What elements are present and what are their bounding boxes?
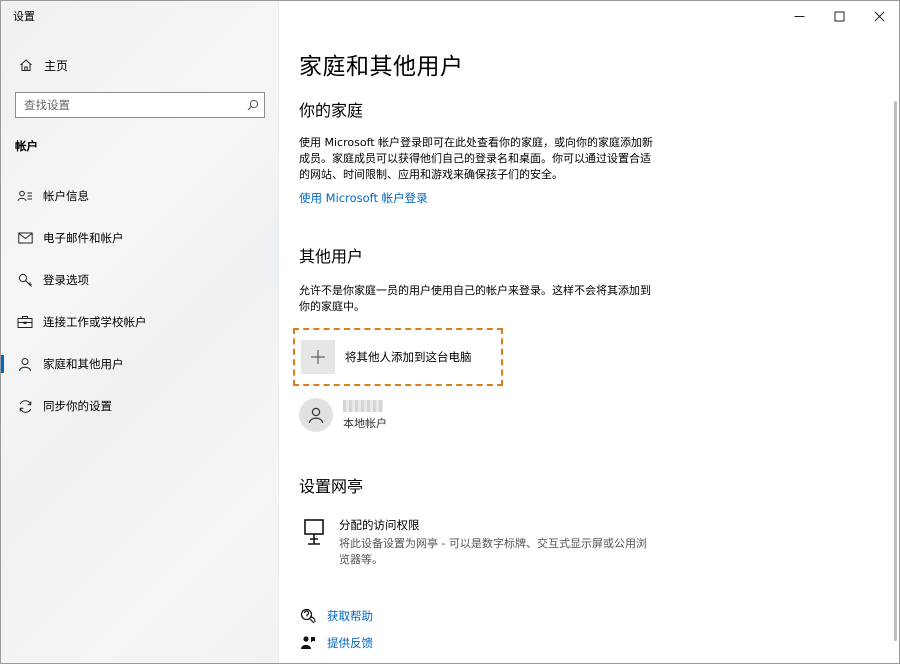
assigned-access-title: 分配的访问权限 <box>339 518 420 532</box>
section-heading: 帐户 <box>15 139 38 153</box>
sidebar-item-sync[interactable]: 同步你的设置 <box>1 385 279 427</box>
other-users-heading: 其他用户 <box>299 247 364 266</box>
other-users-description: 允许不是你家庭一员的用户使用自己的帐户来登录。这样不会将其添加到 你的家庭中。 <box>299 283 699 315</box>
sidebar-item-label: 同步你的设置 <box>43 399 112 413</box>
family-description: 使用 Microsoft 帐户登录即可在此处查看你的家庭，或向你的家庭添加新 成… <box>299 135 699 183</box>
get-help-link[interactable]: 获取帮助 <box>299 607 373 625</box>
sync-icon <box>16 397 34 415</box>
other-users-description-line: 允许不是你家庭一员的用户使用自己的帐户来登录。这样不会将其添加到 <box>299 284 651 297</box>
home-label: 主页 <box>44 58 69 73</box>
app-title: 设置 <box>13 10 35 23</box>
add-other-user-button[interactable]: 将其他人添加到这台电脑 <box>293 328 503 386</box>
page-title: 家庭和其他用户 <box>299 54 464 80</box>
avatar <box>299 398 333 432</box>
feedback-icon <box>299 634 317 652</box>
sidebar-item-email[interactable]: 电子邮件和帐户 <box>1 217 279 259</box>
blurred-user-name <box>343 399 383 412</box>
family-description-line: 使用 Microsoft 帐户登录即可在此处查看你的家庭，或向你的家庭添加新 <box>299 136 654 149</box>
search-box[interactable] <box>15 92 265 118</box>
kiosk-icon <box>299 517 329 551</box>
sidebar-nav: 帐户信息 电子邮件和帐户 登录选项 连接工作或学校帐户 家庭和其他用户 同步你的… <box>1 175 279 427</box>
sidebar: 设置 主页 帐户 帐户信息 <box>1 1 279 663</box>
help-chat-icon <box>299 607 317 625</box>
plus-icon <box>301 340 335 374</box>
microsoft-signin-link[interactable]: 使用 Microsoft 帐户登录 <box>299 190 428 206</box>
settings-window: 设置 主页 帐户 帐户信息 <box>0 0 900 664</box>
home-icon <box>17 56 35 74</box>
feedback-link[interactable]: 提供反馈 <box>299 634 373 652</box>
email-icon <box>16 229 34 247</box>
sidebar-item-signin-options[interactable]: 登录选项 <box>1 259 279 301</box>
kiosk-heading: 设置网亭 <box>299 477 364 496</box>
assigned-access-description-line: 将此设备设置为网亭 - 可以是数字标牌、交互式显示屏或公用浏 <box>339 537 647 550</box>
search-icon[interactable] <box>242 99 264 111</box>
sidebar-item-label: 帐户信息 <box>43 189 89 203</box>
feedback-label: 提供反馈 <box>327 636 373 650</box>
family-description-line: 的网站、时间限制、应用和游戏来确保孩子们的安全。 <box>299 168 563 181</box>
sidebar-item-account-info[interactable]: 帐户信息 <box>1 175 279 217</box>
account-info-icon <box>16 187 34 205</box>
sidebar-item-label: 登录选项 <box>43 273 89 287</box>
family-description-line: 成员。家庭成员可以获得他们自己的登录名和桌面。你可以通过设置合适 <box>299 152 651 165</box>
scrollbar[interactable] <box>894 101 897 641</box>
sidebar-item-label: 电子邮件和帐户 <box>43 231 124 245</box>
user-icon <box>308 407 324 424</box>
sidebar-home[interactable]: 主页 <box>1 51 279 79</box>
kiosk-text: 分配的访问权限 将此设备设置为网亭 - 可以是数字标牌、交互式显示屏或公用浏 览… <box>339 517 689 568</box>
main-content: 家庭和其他用户 你的家庭 使用 Microsoft 帐户登录即可在此处查看你的家… <box>293 1 889 663</box>
other-users-description-line: 你的家庭中。 <box>299 300 365 313</box>
local-user-entry[interactable]: 本地帐户 <box>299 395 387 435</box>
get-help-label: 获取帮助 <box>327 609 373 623</box>
assigned-access-description: 将此设备设置为网亭 - 可以是数字标牌、交互式显示屏或公用浏 览器等。 <box>339 536 689 568</box>
sidebar-item-family[interactable]: 家庭和其他用户 <box>1 343 279 385</box>
add-user-label: 将其他人添加到这台电脑 <box>345 350 472 364</box>
assigned-access-item[interactable]: 分配的访问权限 将此设备设置为网亭 - 可以是数字标牌、交互式显示屏或公用浏 览… <box>299 517 689 568</box>
sidebar-item-label: 连接工作或学校帐户 <box>43 315 147 329</box>
briefcase-icon <box>16 313 34 331</box>
key-icon <box>16 271 34 289</box>
sidebar-item-label: 家庭和其他用户 <box>43 357 124 371</box>
local-user-type: 本地帐户 <box>343 416 387 430</box>
family-heading: 你的家庭 <box>299 101 364 120</box>
sidebar-item-work-school[interactable]: 连接工作或学校帐户 <box>1 301 279 343</box>
search-input[interactable] <box>16 98 242 112</box>
person-icon <box>16 355 34 373</box>
assigned-access-description-line: 览器等。 <box>339 553 383 566</box>
local-user-text: 本地帐户 <box>343 399 387 431</box>
